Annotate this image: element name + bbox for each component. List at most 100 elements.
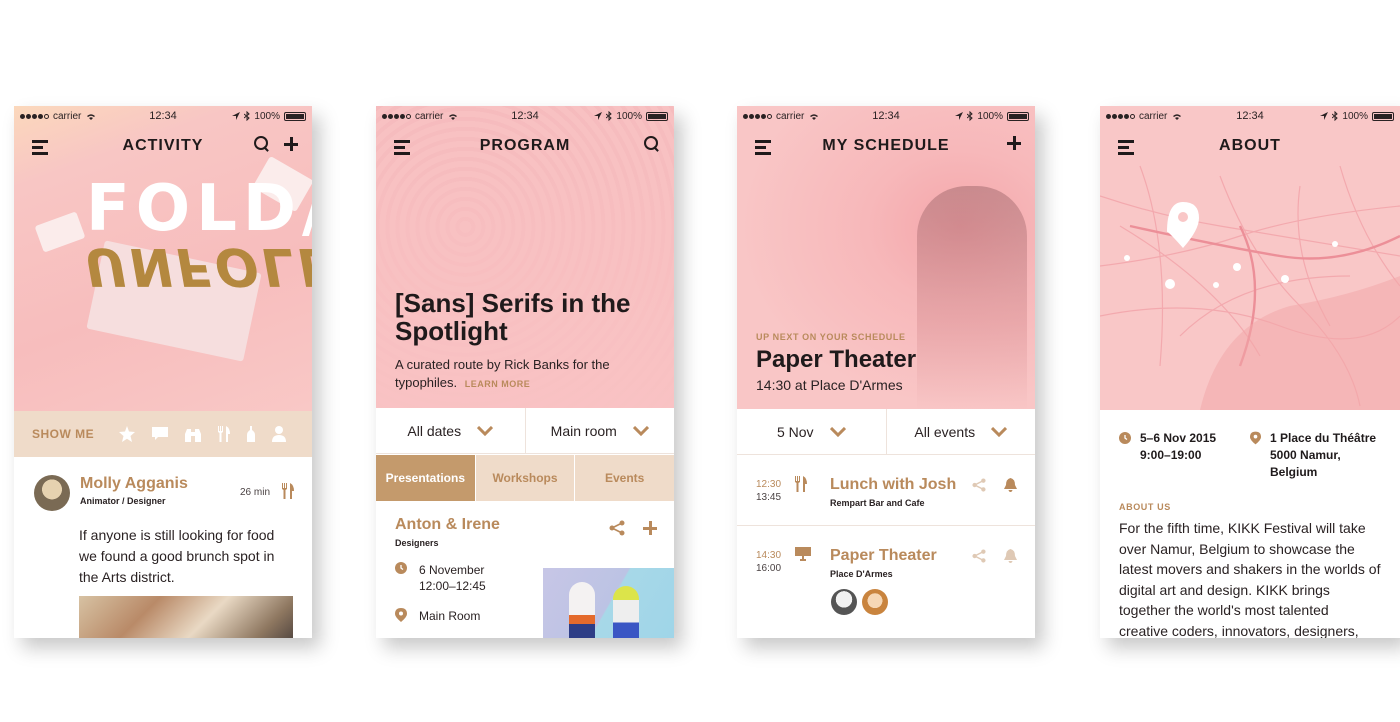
person-icon[interactable] <box>272 426 287 442</box>
attendee-avatar[interactable] <box>831 589 857 615</box>
clock-icon <box>1119 432 1131 444</box>
star-icon[interactable] <box>119 426 136 442</box>
navbar: ACTIVITY <box>14 130 312 162</box>
attendee-avatar[interactable] <box>862 589 888 615</box>
menu-icon[interactable] <box>32 140 48 158</box>
bluetooth-icon <box>1332 111 1339 121</box>
date-filter[interactable]: All dates <box>376 408 525 453</box>
wifi-icon <box>87 113 96 120</box>
date-filter-label: All dates <box>407 422 462 439</box>
festival-dates: 5–6 Nov 2015 9:00–19:00 <box>1119 430 1216 464</box>
hero-title: Paper Theater <box>756 346 917 373</box>
post-role: Animator / Designer <box>80 496 166 506</box>
wifi-icon <box>1173 113 1182 120</box>
schedule-place: Rempart Bar and Cafe <box>830 498 925 508</box>
wifi-icon <box>810 113 819 120</box>
battery-label: 100% <box>977 110 1003 122</box>
status-bar: carrier 12:34 100% <box>1100 106 1400 126</box>
program-tabs: Presentations Workshops Events <box>376 455 674 501</box>
status-time: 12:34 <box>149 110 177 122</box>
post-author[interactable]: Molly Agganis <box>80 475 188 493</box>
chevron-down-icon <box>991 426 1008 437</box>
event-type-filter-label: All events <box>914 423 976 440</box>
hours-text: 9:00–19:00 <box>1140 448 1202 462</box>
fork-knife-icon[interactable] <box>218 426 231 442</box>
schedule-item[interactable]: 12:30 13:45 Lunch with Josh Rempart Bar … <box>737 456 1035 526</box>
about-screen: carrier 12:34 100% ABOUT 5–6 Nov 2015 9:… <box>1100 106 1400 638</box>
status-bar: carrier 12:34 100% <box>14 106 312 126</box>
festival-address[interactable]: 1 Place du Théâtre 5000 Namur, Belgium <box>1250 430 1376 481</box>
activity-post: Molly Agganis Animator / Designer 26 min… <box>14 457 312 638</box>
schedule-start: 12:30 <box>756 479 782 490</box>
menu-icon[interactable] <box>1118 140 1134 158</box>
learn-more-link[interactable]: LEARN MORE <box>465 379 531 389</box>
status-time: 12:34 <box>1236 110 1264 122</box>
up-next-label: UP NEXT ON YOUR SCHEDULE <box>756 332 906 342</box>
signal-icon <box>382 113 411 119</box>
carrier-label: carrier <box>1139 110 1168 122</box>
event-image[interactable] <box>543 568 674 638</box>
post-text: If anyone is still looking for food we f… <box>79 527 275 585</box>
location-pin-icon <box>1250 431 1261 445</box>
post-photo[interactable] <box>79 596 293 638</box>
chevron-down-icon <box>829 426 846 437</box>
wifi-icon <box>449 113 458 120</box>
binoculars-icon[interactable] <box>185 426 202 442</box>
share-icon[interactable] <box>972 549 986 563</box>
location-arrow-icon <box>955 111 964 120</box>
schedule-time: 12:30 13:45 <box>756 478 781 504</box>
avatar[interactable] <box>34 475 70 511</box>
search-icon[interactable] <box>644 136 660 152</box>
share-icon[interactable] <box>972 478 986 492</box>
battery-label: 100% <box>1342 110 1368 122</box>
day-filter[interactable]: 5 Nov <box>737 409 886 454</box>
show-me-label: SHOW ME <box>32 427 95 441</box>
battery-icon <box>1372 111 1394 121</box>
tab-events[interactable]: Events <box>574 455 674 501</box>
hero-subtitle: A curated route by Rick Banks for the ty… <box>395 356 655 393</box>
share-icon[interactable] <box>609 520 625 536</box>
address-line-1: 1 Place du Théâtre <box>1270 431 1377 445</box>
menu-icon[interactable] <box>755 140 771 158</box>
add-icon[interactable] <box>284 137 298 151</box>
bell-icon[interactable] <box>1004 478 1017 492</box>
add-to-schedule-icon[interactable] <box>643 521 657 535</box>
bell-icon[interactable] <box>1004 549 1017 563</box>
schedule-end: 16:00 <box>756 563 782 574</box>
page-title: ABOUT <box>1219 137 1281 154</box>
battery-icon <box>284 111 306 121</box>
program-screen: [Sans] Serifs in the Spotlight A curated… <box>376 106 674 638</box>
search-icon[interactable] <box>254 136 270 152</box>
dates-text: 5–6 Nov 2015 <box>1140 431 1217 445</box>
location-arrow-icon <box>232 111 241 120</box>
fork-knife-icon <box>282 483 294 499</box>
location-arrow-icon <box>594 111 603 120</box>
event-type-filter[interactable]: All events <box>885 409 1036 454</box>
schedule-item[interactable]: 14:30 16:00 Paper Theater Place D'Armes <box>737 527 1035 627</box>
tab-workshops[interactable]: Workshops <box>474 455 575 501</box>
paper-scrap <box>34 211 86 253</box>
bluetooth-icon <box>606 111 613 121</box>
room-filter[interactable]: Main room <box>524 408 675 453</box>
address-line-2: 5000 Namur, <box>1270 448 1341 462</box>
event-card[interactable]: Anton & Irene Designers 6 November 12:00… <box>395 516 674 638</box>
schedule-title: Paper Theater <box>830 547 937 564</box>
bottle-icon[interactable] <box>247 426 256 442</box>
hero-art-unfold: UNFOLD <box>78 236 312 296</box>
show-me-filter-bar: SHOW ME <box>14 411 312 457</box>
menu-icon[interactable] <box>394 140 410 158</box>
chat-icon[interactable] <box>152 427 169 441</box>
add-icon[interactable] <box>1007 136 1021 150</box>
location-arrow-icon <box>1320 111 1329 120</box>
signal-icon <box>20 113 49 119</box>
carrier-label: carrier <box>53 110 82 122</box>
schedule-time: 14:30 16:00 <box>756 549 781 575</box>
battery-label: 100% <box>616 110 642 122</box>
chevron-down-icon <box>477 425 494 436</box>
location-pin-icon <box>395 608 407 622</box>
clock-icon <box>395 562 407 574</box>
event-date: 6 November <box>419 563 485 577</box>
page-title: ACTIVITY <box>122 137 204 154</box>
address-line-3: Belgium <box>1270 465 1318 479</box>
tab-presentations[interactable]: Presentations <box>376 455 475 501</box>
